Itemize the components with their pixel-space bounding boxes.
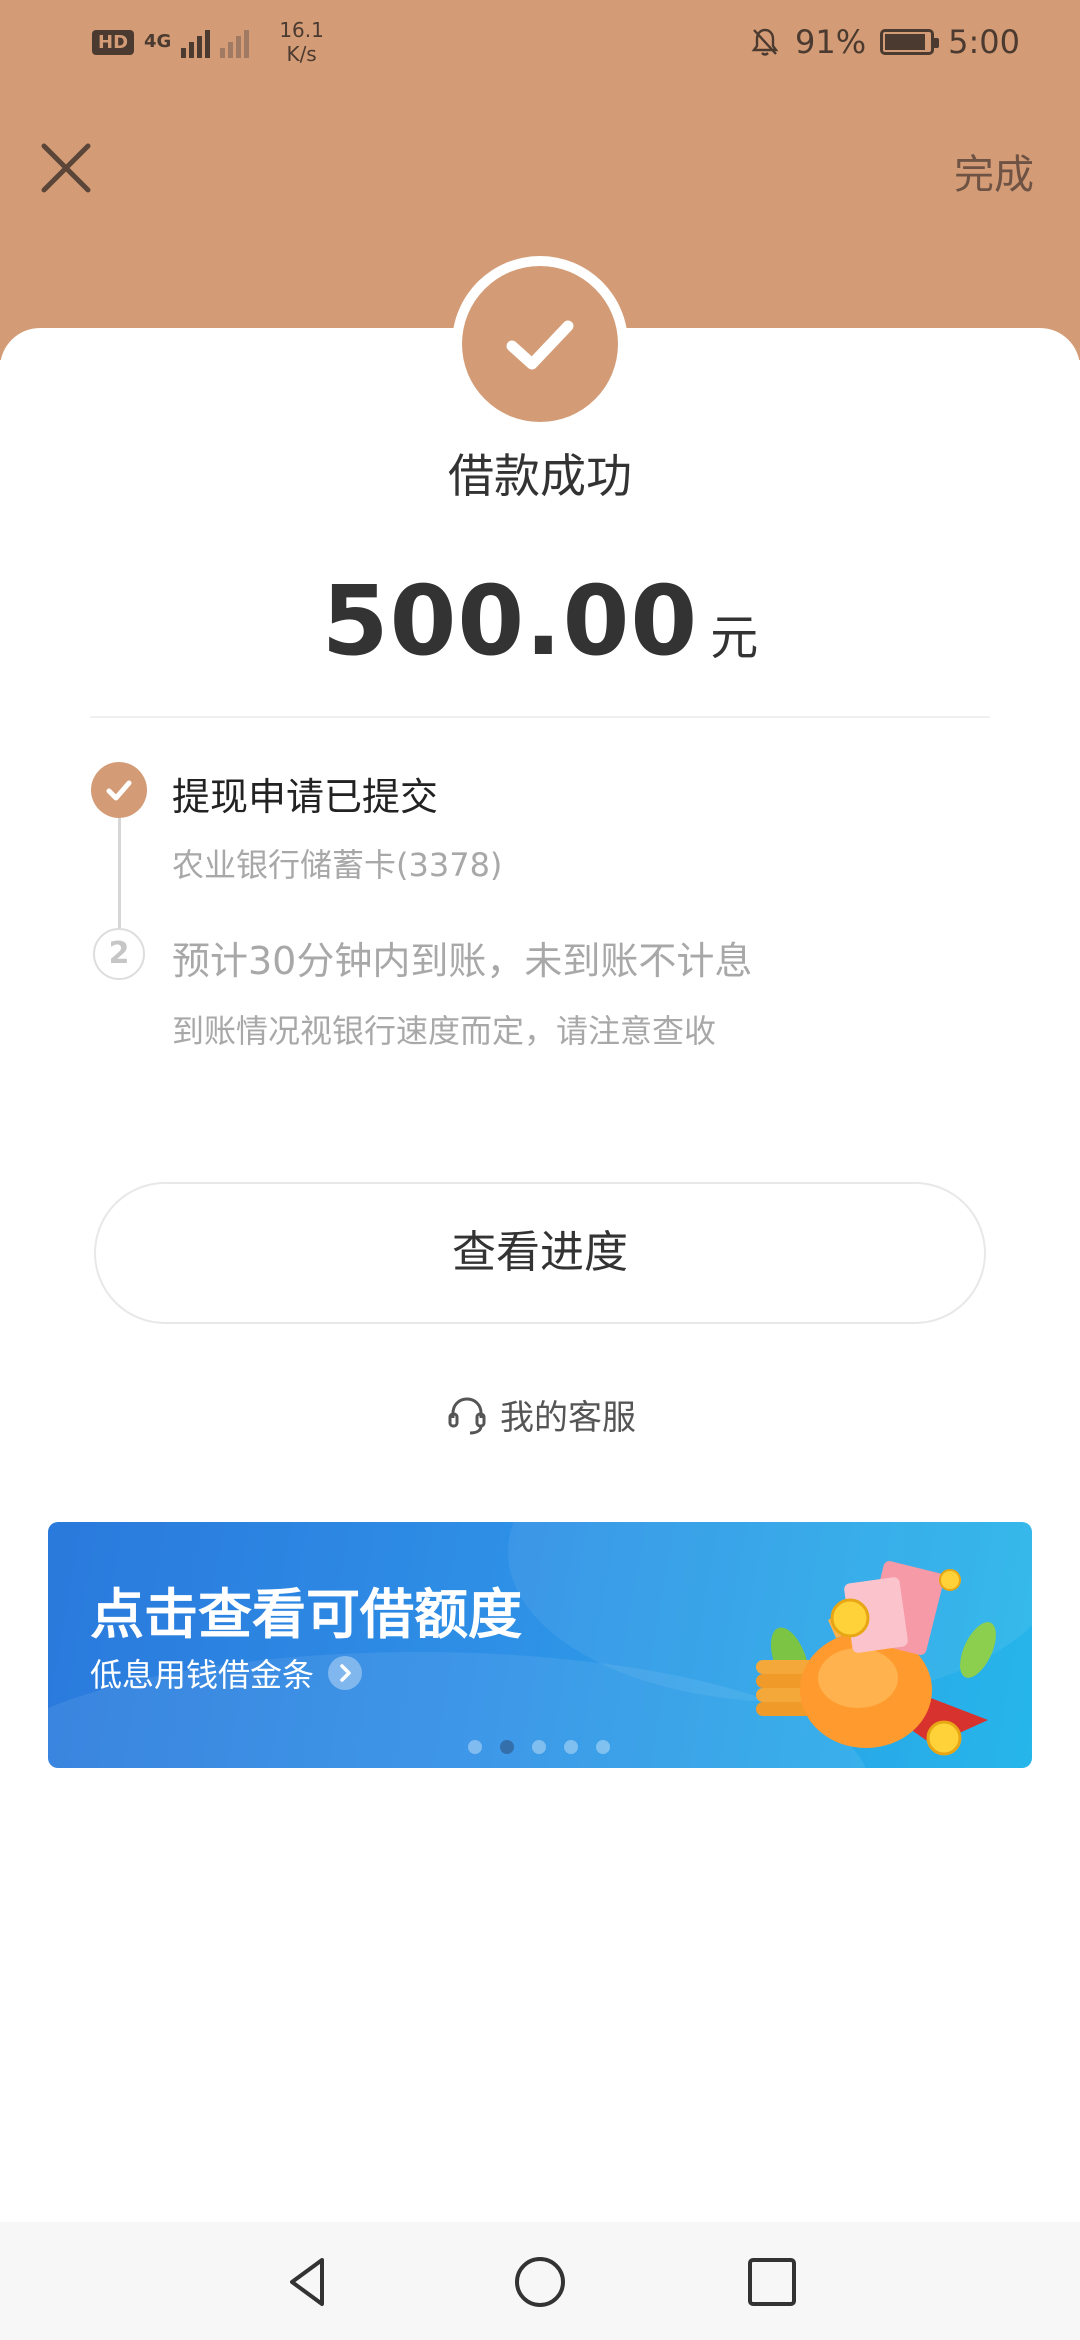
customer-service-label: 我的客服 xyxy=(500,1398,636,1438)
banner-pagination xyxy=(468,1740,610,1754)
status-right: 91% 5:00 xyxy=(749,18,1020,66)
banner-dot[interactable] xyxy=(532,1740,546,1754)
recents-icon[interactable] xyxy=(742,2252,802,2312)
check-icon xyxy=(506,320,574,370)
network-type: 4G xyxy=(144,31,172,52)
banner-dot[interactable] xyxy=(596,1740,610,1754)
network-speed-unit: K/s xyxy=(286,42,317,66)
banner-subtitle: 低息用钱借金条 xyxy=(90,1650,363,1696)
home-icon[interactable] xyxy=(510,2252,570,2312)
step-1-title: 提现申请已提交 xyxy=(172,775,439,819)
system-navigation-bar xyxy=(0,2222,1080,2340)
back-icon[interactable] xyxy=(278,2252,338,2312)
network-speed: 16.1 K/s xyxy=(279,18,324,66)
amount-value: 500.00 xyxy=(321,565,699,677)
status-bar: HD 4G 16.1 K/s 91% 5:00 xyxy=(0,0,1080,84)
step-2-title: 预计30分钟内到账，未到账不计息 xyxy=(172,939,753,983)
hd-badge: HD xyxy=(92,29,135,55)
clock: 5:00 xyxy=(948,23,1020,61)
result-title: 借款成功 xyxy=(448,449,632,503)
banner-dot[interactable] xyxy=(564,1740,578,1754)
signal-no-service-icon xyxy=(220,26,250,58)
view-progress-button[interactable]: 查看进度 xyxy=(94,1182,986,1324)
step-1-subtitle: 农业银行储蓄卡(3378) xyxy=(172,846,503,884)
chevron-right-icon xyxy=(328,1656,363,1690)
banner-dot[interactable] xyxy=(468,1740,482,1754)
banner-dot[interactable] xyxy=(500,1740,514,1754)
banner-title: 点击查看可借额度 xyxy=(90,1583,522,1646)
customer-service-link[interactable]: 我的客服 xyxy=(0,1390,1080,1439)
money-bag-icon xyxy=(756,1561,996,1756)
status-left: HD 4G 16.1 K/s xyxy=(92,18,324,66)
battery-fill xyxy=(885,34,925,50)
step-2-subtitle: 到账情况视银行速度而定，请注意查收 xyxy=(172,1012,717,1050)
check-icon xyxy=(106,780,132,801)
step-2-number: 2 xyxy=(93,928,145,980)
banner-subtitle-text: 低息用钱借金条 xyxy=(90,1656,315,1694)
promo-banner[interactable]: 点击查看可借额度 低息用钱借金条 xyxy=(48,1522,1032,1768)
signal-strength-icon xyxy=(181,26,211,58)
battery-percent: 91% xyxy=(795,23,867,61)
success-badge xyxy=(452,256,628,432)
amount-unit: 元 xyxy=(710,610,759,666)
battery-icon xyxy=(880,29,940,55)
step-1-done-indicator xyxy=(91,762,147,818)
done-button[interactable]: 完成 xyxy=(954,142,1034,200)
bell-muted-icon xyxy=(751,28,779,56)
network-speed-value: 16.1 xyxy=(279,18,324,42)
loan-amount: 500.00 元 xyxy=(0,565,1080,677)
headset-icon xyxy=(448,1396,486,1434)
close-icon[interactable] xyxy=(38,140,94,196)
divider xyxy=(90,716,990,718)
